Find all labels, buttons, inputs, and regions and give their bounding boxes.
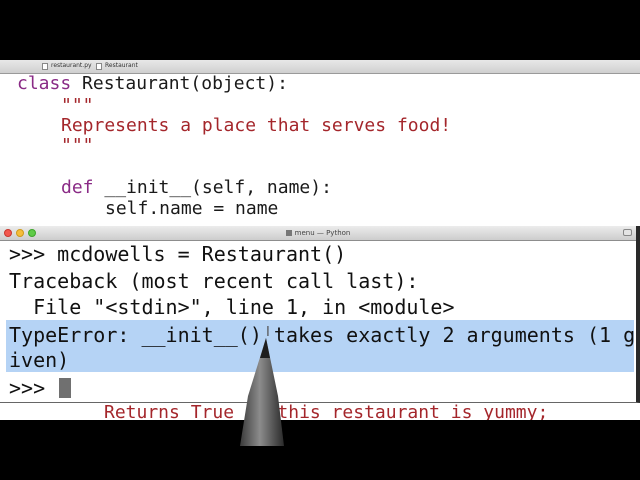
tab-label: Restaurant	[105, 62, 138, 69]
video-frame: restaurant.py Restaurant class Restauran…	[0, 0, 640, 480]
init-signature: __init__(self, name):	[93, 177, 332, 198]
docstring-text[interactable]: Represents a place that serves food!	[61, 115, 451, 137]
traceback-file-line: File "<stdin>", line 1, in <module>	[9, 295, 455, 319]
editor-docstring-peek: Returns True if this restaurant is yummy…	[104, 402, 549, 420]
type-error-continuation: iven)	[9, 348, 70, 372]
prompt-line: >>> mcdowells = Restaurant()	[9, 242, 347, 266]
terminal-title: menu — Python	[0, 226, 636, 240]
docstring-close[interactable]: """	[61, 135, 94, 157]
prompt-text: >>>	[9, 376, 58, 400]
docstring-open[interactable]: """	[61, 95, 94, 117]
terminal-titlebar[interactable]: menu — Python	[0, 226, 636, 241]
class-declaration: Restaurant(object):	[71, 73, 288, 94]
traceback-header: Traceback (most recent call last):	[9, 269, 419, 293]
code-line-def[interactable]: def __init__(self, name):	[61, 177, 332, 199]
input-prompt[interactable]: >>>	[9, 375, 72, 401]
tab-label: restaurant.py	[51, 62, 92, 69]
terminal-title-text: menu — Python	[294, 229, 351, 237]
keyword-def: def	[61, 177, 94, 198]
ibeam-cursor-icon: I	[266, 325, 270, 340]
python-terminal-window[interactable]: menu — Python >>> mcdowells = Restaurant…	[0, 226, 640, 403]
code-line-assign[interactable]: self.name = name	[105, 198, 278, 220]
file-icon	[42, 62, 48, 70]
keyword-class: class	[17, 73, 72, 94]
editor-tab-bar: restaurant.py Restaurant	[0, 60, 640, 74]
code-line-class[interactable]: class Restaurant(object):	[17, 73, 288, 95]
toolbar-toggle-button[interactable]	[623, 229, 632, 236]
folder-icon	[285, 230, 292, 236]
text-cursor	[59, 378, 72, 398]
tab-restaurant-class[interactable]: Restaurant	[96, 61, 138, 71]
tab-restaurant-py[interactable]: restaurant.py	[42, 61, 92, 71]
class-icon	[96, 62, 102, 70]
type-error-line: TypeError: __init__() takes exactly 2 ar…	[9, 323, 636, 347]
